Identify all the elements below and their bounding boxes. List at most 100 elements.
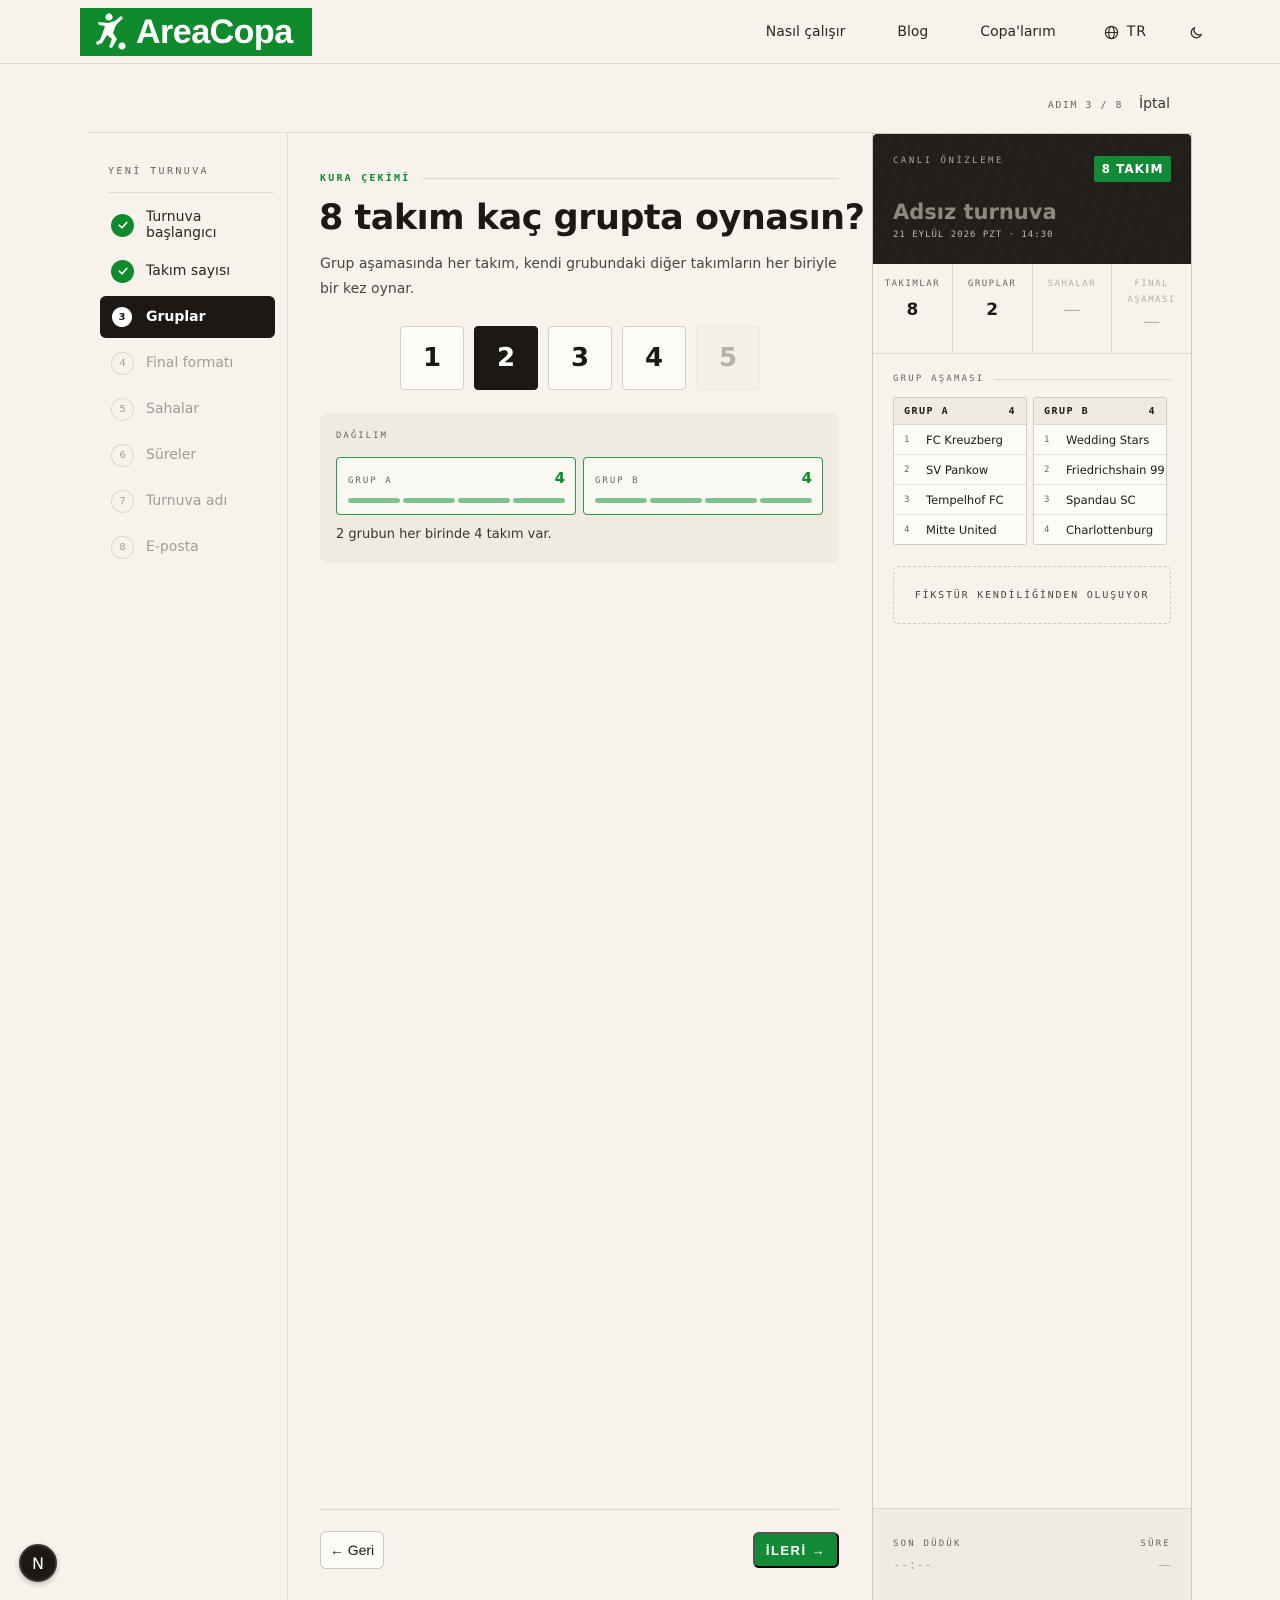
team-rank: 3 xyxy=(904,494,910,505)
sidebar-heading-divider xyxy=(108,192,274,193)
brand-name: AreaCopa xyxy=(136,12,293,51)
final-whistle-label: SON DÜDÜK xyxy=(893,1539,962,1549)
sidebar-step-label: Turnuva adı xyxy=(146,493,228,509)
group-count-option-4[interactable]: 4 xyxy=(622,326,686,390)
stat-value: 2 xyxy=(986,300,999,320)
group-count-option-3[interactable]: 3 xyxy=(548,326,612,390)
team-name: Friedrichshain 99 xyxy=(1066,462,1165,477)
nav-link-my-copas[interactable]: Copa'larım xyxy=(980,24,1055,40)
page-description: Grup aşamasında her takım, kendi grubund… xyxy=(320,256,837,297)
sidebar-step-label: Final formatı xyxy=(146,355,234,371)
nav-link-how-it-works[interactable]: Nasıl çalışır xyxy=(766,24,846,40)
language-switcher[interactable]: TR xyxy=(1104,24,1147,40)
step-number: 7 xyxy=(111,489,134,513)
duration-label: SÜRE xyxy=(1140,1539,1171,1549)
theme-toggle[interactable] xyxy=(1189,25,1204,40)
sidebar-step-6[interactable]: 6 Süreler xyxy=(100,434,275,476)
back-button[interactable]: ← Geri xyxy=(320,1531,384,1569)
tournament-date: 21 EYLÜL 2026 PZT · 14:30 xyxy=(893,230,1054,240)
sidebar-heading: YENİ TURNUVA xyxy=(108,166,210,177)
dev-tools-badge[interactable]: N xyxy=(19,1544,57,1582)
live-preview-panel: CANLI ÖNİZLEME 8 TAKIM Adsız turnuva 21 … xyxy=(872,133,1192,1600)
team-rank: 2 xyxy=(904,464,910,475)
section-eyebrow: KURA ÇEKİMİ xyxy=(320,173,838,184)
sidebar-step-label: E-posta xyxy=(146,539,199,555)
group-stage-label: GRUP AŞAMASI xyxy=(893,374,985,384)
distribution-label: DAĞILIM xyxy=(336,431,388,441)
sidebar-step-3[interactable]: 3 Gruplar xyxy=(100,296,275,338)
team-rank: 4 xyxy=(904,525,910,535)
sidebar-step-1[interactable]: Turnuva başlangıcı xyxy=(100,204,275,246)
group-name: GRUP A xyxy=(348,476,393,486)
globe-icon xyxy=(1104,25,1118,39)
page-title: 8 takım kaç grupta oynasın? xyxy=(319,198,865,238)
group-count-option-2[interactable]: 2 xyxy=(474,326,538,390)
step-number: 8 xyxy=(111,535,134,559)
sidebar-step-list: Turnuva başlangıcı Takım sayısı 3 Gruplar 4 F… xyxy=(100,204,275,572)
group-table-header: GRUP B 4 xyxy=(1034,398,1166,425)
tournament-name: Adsız turnuva xyxy=(893,200,1057,224)
sidebar-step-4[interactable]: 4 Final formatı xyxy=(100,342,275,384)
table-row: 2 Friedrichshain 99 xyxy=(1034,455,1166,485)
stat-value: 8 xyxy=(906,300,919,320)
preview-header: CANLI ÖNİZLEME 8 TAKIM Adsız turnuva 21 … xyxy=(873,134,1191,264)
stat-final-stage: FİNAL AŞAMASI — xyxy=(1112,264,1191,353)
distribution-card: DAĞILIM GRUP A 4 GRUP B 4 2 grubun her b… xyxy=(320,413,839,563)
stat-label: FİNAL AŞAMASI xyxy=(1127,279,1176,305)
step-number: 4 xyxy=(111,351,134,375)
sidebar-step-2[interactable]: Takım sayısı xyxy=(100,250,275,292)
distribution-group-b: GRUP B 4 xyxy=(583,457,823,515)
sidebar-step-label: Süreler xyxy=(146,447,197,463)
sidebar-step-7[interactable]: 7 Turnuva adı xyxy=(100,480,275,522)
team-name: Charlottenburg xyxy=(1066,523,1154,537)
nav-links: Nasıl çalışır Blog Copa'larım TR xyxy=(714,0,1204,64)
team-name: Mitte United xyxy=(926,523,997,537)
top-nav: AreaCopa Nasıl çalışır Blog Copa'larım T… xyxy=(0,0,1280,64)
group-count-option-1[interactable]: 1 xyxy=(400,326,464,390)
sidebar-step-label: Turnuva başlangıcı xyxy=(146,209,217,241)
stat-label: GRUPLAR xyxy=(967,279,1017,289)
sidebar-step-8[interactable]: 8 E-posta xyxy=(100,526,275,568)
sidebar-step-label: Sahalar xyxy=(146,401,200,417)
next-button[interactable]: İLERİ → xyxy=(753,1532,839,1568)
preview-footer: SON DÜDÜK SÜRE --:-- — xyxy=(873,1508,1191,1600)
group-name: GRUP B xyxy=(1044,405,1090,417)
check-icon xyxy=(111,259,134,283)
step-progress: ADIM 3 / 8 İptal xyxy=(1048,96,1170,112)
group-team-bars xyxy=(348,498,565,503)
team-name: FC Kreuzberg xyxy=(926,432,1003,447)
step-number: 3 xyxy=(112,307,132,327)
group-team-count: 4 xyxy=(554,469,565,487)
team-rank: 2 xyxy=(1044,464,1050,475)
stat-value: — xyxy=(1063,300,1081,320)
table-row: 3 Spandau SC xyxy=(1034,485,1166,515)
group-team-count: 4 xyxy=(1008,405,1016,417)
team-name: Tempelhof FC xyxy=(926,492,1004,507)
stat-teams: TAKIMLAR 8 xyxy=(873,264,953,353)
frame-divider xyxy=(88,132,872,133)
team-name: Spandau SC xyxy=(1066,492,1136,507)
table-row: 4 Mitte United xyxy=(894,515,1026,544)
preview-group-table: GRUP A 4 1 FC Kreuzberg 2 SV Pankow 3 Tempelhof… xyxy=(893,397,1027,545)
sidebar-step-5[interactable]: 5 Sahalar xyxy=(100,388,275,430)
group-table-header: GRUP A 4 xyxy=(894,398,1026,425)
group-name: GRUP A xyxy=(904,405,950,417)
team-rank: 1 xyxy=(904,434,910,445)
cancel-link[interactable]: İptal xyxy=(1139,96,1170,112)
table-row: 1 FC Kreuzberg xyxy=(894,425,1026,455)
team-name: Wedding Stars xyxy=(1066,432,1150,447)
table-row: 2 SV Pankow xyxy=(894,455,1026,485)
distribution-summary: 2 grubun her birinde 4 takım var. xyxy=(336,527,552,542)
brand-logo[interactable]: AreaCopa xyxy=(80,8,312,56)
group-team-count: 4 xyxy=(1148,405,1156,417)
sidebar-step-label: Takım sayısı xyxy=(146,263,231,279)
preview-stats: TAKIMLAR 8 GRUPLAR 2 SAHALAR — FİNAL AŞA… xyxy=(873,264,1191,354)
team-rank: 1 xyxy=(1044,434,1050,445)
final-whistle-value: --:-- xyxy=(893,1558,933,1573)
nav-link-blog[interactable]: Blog xyxy=(897,24,928,40)
moon-icon xyxy=(1190,26,1203,38)
sidebar-divider xyxy=(287,132,288,1600)
stat-label: SAHALAR xyxy=(1047,279,1097,289)
preview-label: CANLI ÖNİZLEME xyxy=(893,156,1004,166)
group-count-selector: 12345 xyxy=(400,326,770,390)
